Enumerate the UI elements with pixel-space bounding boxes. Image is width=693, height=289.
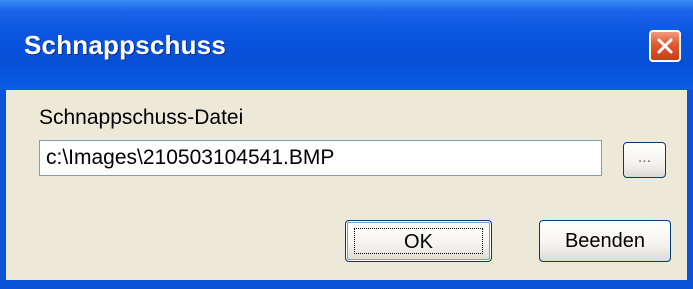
- close-button[interactable]: [649, 30, 681, 62]
- ok-button-label: OK: [354, 228, 483, 254]
- close-icon: [657, 38, 673, 54]
- browse-button[interactable]: ...: [623, 142, 666, 178]
- title-bar[interactable]: Schnappschuss: [0, 0, 693, 90]
- file-path-input[interactable]: [39, 140, 602, 176]
- file-label: Schnappschuss-Datei: [39, 106, 244, 129]
- ok-button[interactable]: OK: [345, 220, 492, 262]
- dialog-window: Schnappschuss Schnappschuss-Datei ... OK…: [0, 0, 693, 289]
- window-title: Schnappschuss: [24, 30, 226, 60]
- window-frame-bottom: [0, 280, 693, 289]
- exit-button[interactable]: Beenden: [539, 220, 671, 262]
- dialog-body: Schnappschuss-Datei ... OK Beenden: [6, 90, 687, 280]
